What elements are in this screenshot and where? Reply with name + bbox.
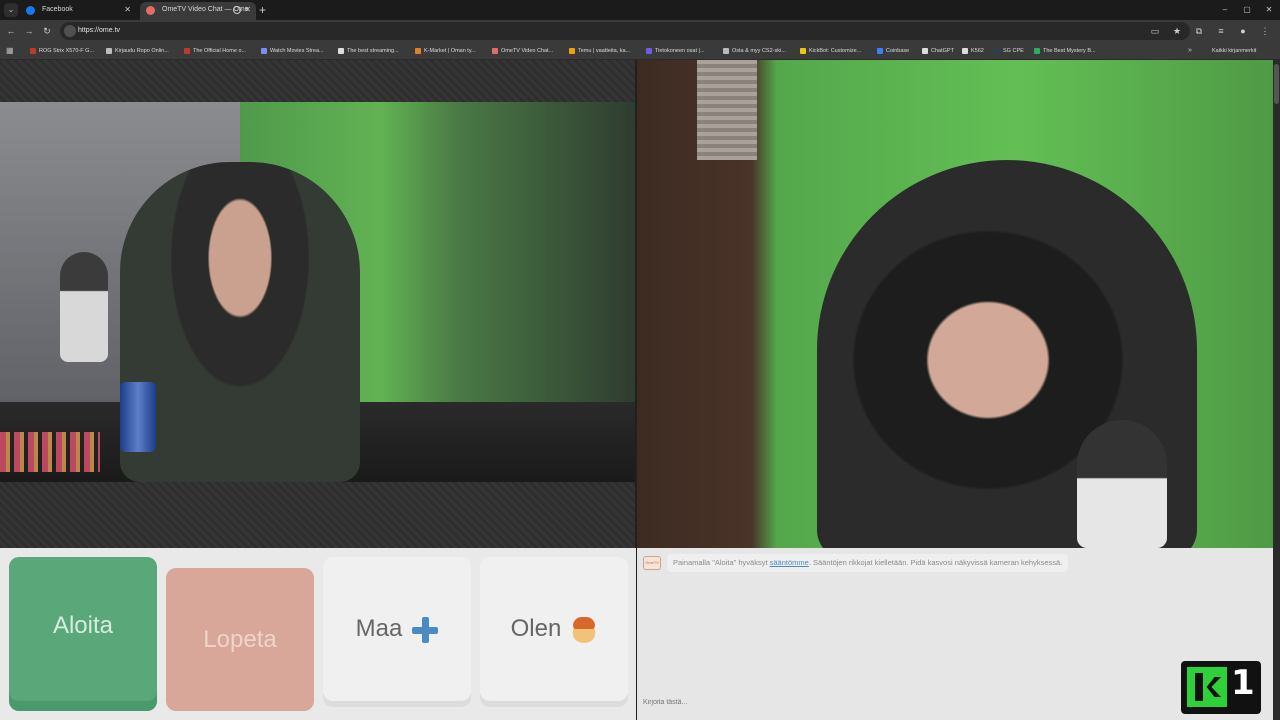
bookmark-item[interactable]: SG CPE: [994, 42, 1024, 60]
forward-icon[interactable]: →: [22, 24, 36, 38]
bookmark-item[interactable]: ROG Strix X570-F G...: [30, 42, 94, 60]
scrollbar-thumb[interactable]: [1274, 64, 1279, 104]
rules-message: Painamalla "Aloita" hyväksyt sääntömme. …: [667, 554, 1069, 572]
apps-grid-icon[interactable]: ▦: [6, 46, 16, 56]
country-button[interactable]: Maa: [323, 557, 471, 701]
start-button-label: Aloita: [52, 612, 114, 639]
bookmarks-bar: ▦ ROG Strix X570-F G... Kirjaudu Ropo On…: [0, 42, 1280, 60]
bookmark-item[interactable]: KickBot: Customize...: [800, 42, 861, 60]
profile-icon[interactable]: ●: [1236, 24, 1250, 38]
watermark-number: 1: [1231, 663, 1255, 703]
tab-facebook[interactable]: Facebook ✕: [20, 2, 136, 20]
page-scrollbar[interactable]: [1273, 60, 1280, 720]
ometv-logo-icon: OmeTV: [643, 556, 661, 570]
plus-icon: [412, 616, 439, 643]
face-icon: [571, 616, 598, 643]
close-tab-icon[interactable]: ✕: [244, 2, 251, 18]
bookmark-item[interactable]: Tietokoneen osat |...: [646, 42, 705, 60]
site-info-icon[interactable]: [64, 25, 76, 37]
gender-button[interactable]: Olen: [480, 557, 628, 701]
star-icon[interactable]: ★: [1170, 24, 1184, 38]
cast-icon[interactable]: ▭: [1148, 24, 1162, 38]
minimize-button[interactable]: –: [1214, 0, 1236, 20]
recording-indicator-icon: [233, 6, 241, 14]
country-button-label: Maa: [355, 615, 403, 642]
chat-panel: OmeTV Painamalla "Aloita" hyväksyt säänt…: [637, 548, 1273, 720]
tab-title: Facebook: [42, 6, 73, 13]
extensions-icon[interactable]: ⧉: [1192, 24, 1206, 38]
close-window-button[interactable]: ✕: [1258, 0, 1280, 20]
bookmark-item[interactable]: ChatGPT: [922, 42, 954, 60]
bookmark-item[interactable]: OmeTV Video Chat...: [492, 42, 553, 60]
k1-watermark-logo: 1: [1181, 661, 1261, 714]
bookmark-item[interactable]: Osta & myy CS2-ski...: [723, 42, 786, 60]
facebook-favicon-icon: [26, 6, 35, 15]
rules-link[interactable]: sääntömme: [770, 558, 809, 567]
window-controls: – ▢ ✕: [1214, 0, 1280, 20]
toolbar-icons: ▭ ★ ⧉ ≡ ● ⋮: [1148, 24, 1272, 38]
control-panel: Aloita Lopeta Maa Olen: [0, 548, 636, 720]
tab-strip: ⌄ Facebook ✕ OmeTV Video Chat — Ome ✕ + …: [0, 0, 1280, 20]
url-text: https://ome.tv: [78, 27, 121, 34]
bookmark-item[interactable]: K562: [962, 42, 984, 60]
local-camera-feed: [0, 102, 635, 482]
k-logo-icon: [1187, 667, 1227, 707]
stop-button[interactable]: Lopeta: [166, 568, 314, 711]
bookmark-item[interactable]: The Best Mystery B...: [1034, 42, 1096, 60]
bookmark-item[interactable]: The best streaming...: [338, 42, 399, 60]
more-bookmarks-icon[interactable]: »: [1188, 42, 1192, 60]
page-content: Aloita Lopeta Maa Olen OmeTV Painamalla …: [0, 60, 1280, 720]
new-tab-button[interactable]: +: [259, 2, 266, 18]
ometv-favicon-icon: [146, 6, 155, 15]
bookmark-item[interactable]: Watch Movies Strea...: [261, 42, 324, 60]
bookmark-item[interactable]: The Official Home o...: [184, 42, 246, 60]
remote-video-feed: [637, 60, 1273, 548]
gender-button-label: Olen: [510, 615, 562, 642]
tab-ometv[interactable]: OmeTV Video Chat — Ome ✕: [140, 2, 256, 20]
address-bar[interactable]: https://ome.tv: [60, 22, 1190, 40]
bookmark-item[interactable]: Temu | vaatteita, ka...: [569, 42, 630, 60]
browser-toolbar: ← → ↻ https://ome.tv ▭ ★ ⧉ ≡ ● ⋮: [0, 20, 1280, 42]
tab-search-icon[interactable]: ⌄: [4, 3, 18, 17]
back-icon[interactable]: ←: [4, 24, 18, 38]
close-tab-icon[interactable]: ✕: [124, 2, 131, 18]
menu-icon[interactable]: ⋮: [1258, 24, 1272, 38]
all-bookmarks-button[interactable]: Kaikki kirjanmerkit: [1212, 42, 1256, 60]
chat-input[interactable]: [643, 694, 1183, 712]
start-button[interactable]: Aloita: [9, 557, 157, 711]
bookmark-item[interactable]: K-Market | Oman ty...: [415, 42, 476, 60]
bookmark-item[interactable]: Kirjaudu Ropo Onlin...: [106, 42, 169, 60]
local-video-frame: [0, 60, 635, 548]
media-icon[interactable]: ≡: [1214, 24, 1228, 38]
maximize-button[interactable]: ▢: [1236, 0, 1258, 20]
reload-icon[interactable]: ↻: [40, 24, 54, 38]
bookmark-item[interactable]: Coinbase: [877, 42, 909, 60]
stop-button-label: Lopeta: [203, 626, 277, 653]
